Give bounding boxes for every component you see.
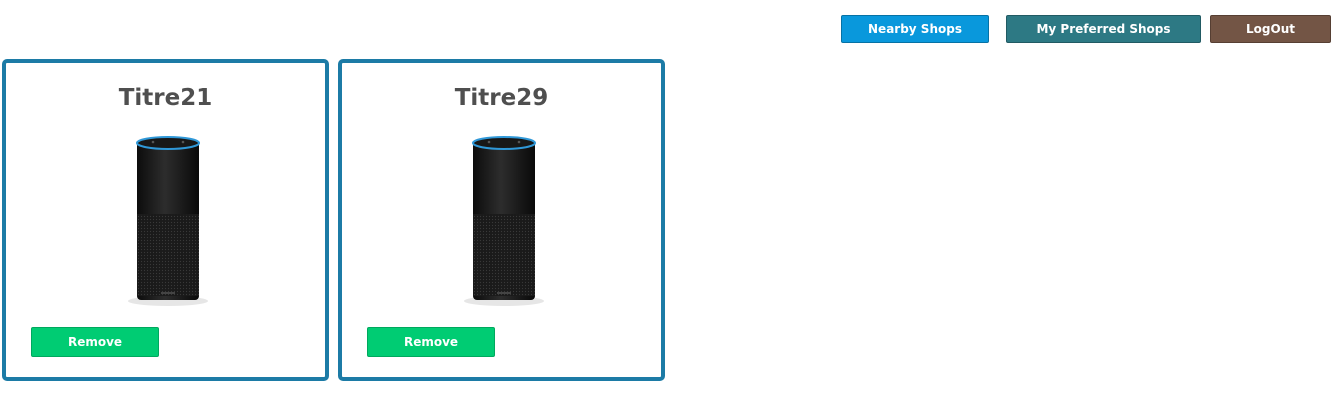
nearby-shops-button[interactable]: Nearby Shops xyxy=(841,15,989,43)
shop-card: Titre21 Remove xyxy=(2,59,329,381)
logout-button[interactable]: LogOut xyxy=(1210,15,1331,43)
shop-title: Titre29 xyxy=(454,85,549,111)
remove-button[interactable]: Remove xyxy=(31,327,159,357)
my-preferred-shops-button[interactable]: My Preferred Shops xyxy=(1006,15,1201,43)
smart-speaker-image xyxy=(464,136,544,306)
smart-speaker-image xyxy=(128,136,208,306)
shop-title: Titre21 xyxy=(118,85,213,111)
remove-button[interactable]: Remove xyxy=(367,327,495,357)
shop-card: Titre29 Remove xyxy=(338,59,665,381)
top-navigation: Nearby Shops My Preferred Shops LogOut xyxy=(0,0,1340,50)
